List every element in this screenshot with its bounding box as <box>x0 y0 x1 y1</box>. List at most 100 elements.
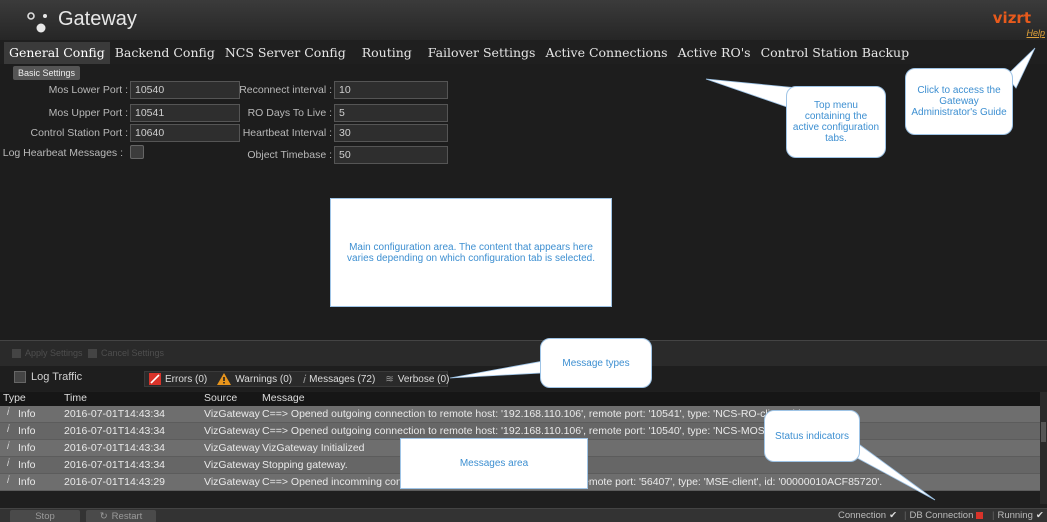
tab-control-station-backup[interactable]: Control Station Backup <box>756 42 915 64</box>
tab-general-config[interactable]: General Config <box>4 42 110 64</box>
row-message: VizGateway Initialized <box>262 442 365 454</box>
db-connection-status: | DB Connection <box>904 510 984 521</box>
cancel-settings-label: Cancel Settings <box>101 348 165 358</box>
restart-icon: ↻ <box>99 511 108 522</box>
row-type: Info <box>18 442 36 454</box>
apply-settings-label: Apply Settings <box>25 348 83 358</box>
app-title: Gateway <box>58 8 137 30</box>
info-icon: ⅰ <box>302 373 306 386</box>
log-scrollbar[interactable] <box>1040 392 1047 504</box>
settings-action-bar: Apply Settings Cancel Settings <box>0 340 1047 366</box>
tab-failover-settings[interactable]: Failover Settings <box>423 42 541 64</box>
warnings-filter[interactable]: Warnings (0) <box>217 373 292 385</box>
info-icon: ⅰ <box>6 424 9 435</box>
heartbeat-interval-label: Heartbeat Interval : <box>242 127 332 139</box>
control-station-port-input[interactable]: 10640 <box>130 124 240 142</box>
table-row[interactable]: ⅰ Info 2016-07-01T14:43:34 VizGateway C==… <box>0 406 1040 423</box>
ro-days-to-live-label: RO Days To Live : <box>247 107 332 119</box>
title-bar: Gateway vizrt Help <box>0 0 1047 40</box>
help-callout: Click to access the Gateway Administrato… <box>905 68 1013 135</box>
mos-lower-port-label: Mos Lower Port : <box>48 84 128 96</box>
tab-ncs-server-config[interactable]: NCS Server Config <box>220 42 351 64</box>
config-tabs: General Config Backend Config NCS Server… <box>0 42 1047 64</box>
row-source: VizGateway <box>204 425 260 437</box>
column-source[interactable]: Source <box>200 392 258 406</box>
reconnect-interval-label: Reconnect interval : <box>239 84 332 96</box>
column-message[interactable]: Message <box>258 392 1040 406</box>
verbose-label: Verbose (0) <box>397 373 450 385</box>
tab-routing[interactable]: Routing <box>357 42 417 64</box>
row-time: 2016-07-01T14:43:34 <box>64 442 165 454</box>
main-area-callout: Main configuration area. The content tha… <box>330 198 612 307</box>
tab-backend-config[interactable]: Backend Config <box>110 42 220 64</box>
warnings-label: Warnings (0) <box>235 373 293 385</box>
object-timebase-input[interactable]: 50 <box>334 146 448 164</box>
basic-settings-label: Basic Settings <box>13 66 81 80</box>
tab-active-connections[interactable]: Active Connections <box>540 42 672 64</box>
mos-upper-port-label: Mos Upper Port : <box>48 107 128 119</box>
row-time: 2016-07-01T14:43:29 <box>64 476 165 488</box>
mos-lower-port-input[interactable]: 10540 <box>130 81 240 99</box>
row-type: Info <box>18 476 36 488</box>
messages-label: Messages (72) <box>309 373 376 385</box>
running-label: Running <box>997 510 1033 521</box>
info-icon: ⅰ <box>6 407 9 418</box>
connection-status: Connection ✔ <box>838 510 897 521</box>
reconnect-interval-input[interactable]: 10 <box>334 81 448 99</box>
row-message-tail: emote port: '56407', type: 'MSE-client',… <box>583 476 883 488</box>
verbose-icon: ≋ <box>385 373 394 385</box>
mos-upper-port-input[interactable]: 10541 <box>130 104 240 122</box>
cancel-settings-button[interactable]: Cancel Settings <box>88 348 164 358</box>
divider: | <box>904 510 907 521</box>
connection-ok-icon: ✔ <box>889 510 898 521</box>
scroll-thumb[interactable] <box>1041 422 1046 442</box>
help-link[interactable]: Help <box>1026 28 1045 38</box>
row-message: C==> Opened outgoing connection to remot… <box>262 408 804 420</box>
row-type: Info <box>18 408 36 420</box>
log-heartbeat-label: Log Hearbeat Messages : <box>2 147 123 159</box>
ro-days-to-live-input[interactable]: 5 <box>334 104 448 122</box>
errors-label: Errors (0) <box>165 373 208 385</box>
stop-button[interactable]: Stop <box>10 510 80 522</box>
row-message-head: C==> Opened incomming conn <box>262 476 408 488</box>
message-type-filters: Errors (0) Warnings (0) ⅰ Messages (72) … <box>144 371 449 387</box>
column-type[interactable]: Type <box>0 392 58 406</box>
info-icon: ⅰ <box>6 458 9 469</box>
messages-area-callout: Messages area <box>400 438 588 489</box>
restart-button[interactable]: ↻ Restart <box>86 510 156 522</box>
top-menu-callout: Top menu containing the active configura… <box>786 86 886 158</box>
row-type: Info <box>18 459 36 471</box>
messages-filter[interactable]: ⅰ Messages (72) <box>302 373 375 386</box>
status-bar: Stop ↻ Restart Connection ✔ | DB Connect… <box>0 508 1047 522</box>
message-types-callout: Message types <box>540 338 652 388</box>
cancel-icon <box>88 348 97 358</box>
log-table-header: Type Time Source Message <box>0 392 1040 406</box>
db-connection-label: DB Connection <box>909 510 974 521</box>
verbose-filter[interactable]: ≋ Verbose (0) <box>385 374 449 385</box>
heartbeat-interval-input[interactable]: 30 <box>334 124 448 142</box>
error-icon <box>149 373 161 385</box>
tab-active-ros[interactable]: Active RO's <box>673 42 756 64</box>
row-source: VizGateway <box>204 459 260 471</box>
apply-settings-button[interactable]: Apply Settings <box>12 348 83 358</box>
column-time[interactable]: Time <box>58 392 200 406</box>
divider: | <box>992 510 995 521</box>
row-source: VizGateway <box>204 476 260 488</box>
save-icon <box>12 348 21 358</box>
log-traffic-checkbox[interactable] <box>14 371 26 383</box>
status-indicators-callout: Status indicators <box>764 410 860 462</box>
info-icon: ⅰ <box>6 441 9 452</box>
row-source: VizGateway <box>204 408 260 420</box>
object-timebase-label: Object Timebase : <box>247 149 332 161</box>
row-message: Stopping gateway. <box>262 459 348 471</box>
running-status: | Running ✔ <box>992 510 1044 521</box>
row-source: VizGateway <box>204 442 260 454</box>
errors-filter[interactable]: Errors (0) <box>149 373 207 385</box>
message-filter-bar: Log Traffic Errors (0) Warnings (0) ⅰ Me… <box>0 366 1047 391</box>
log-heartbeat-checkbox[interactable] <box>130 145 144 159</box>
info-icon: ⅰ <box>6 475 9 486</box>
vizrt-logo: vizrt <box>992 9 1031 27</box>
log-traffic-toggle[interactable]: Log Traffic <box>14 371 82 383</box>
connection-label: Connection <box>838 510 887 521</box>
db-connection-error-icon <box>976 512 984 519</box>
